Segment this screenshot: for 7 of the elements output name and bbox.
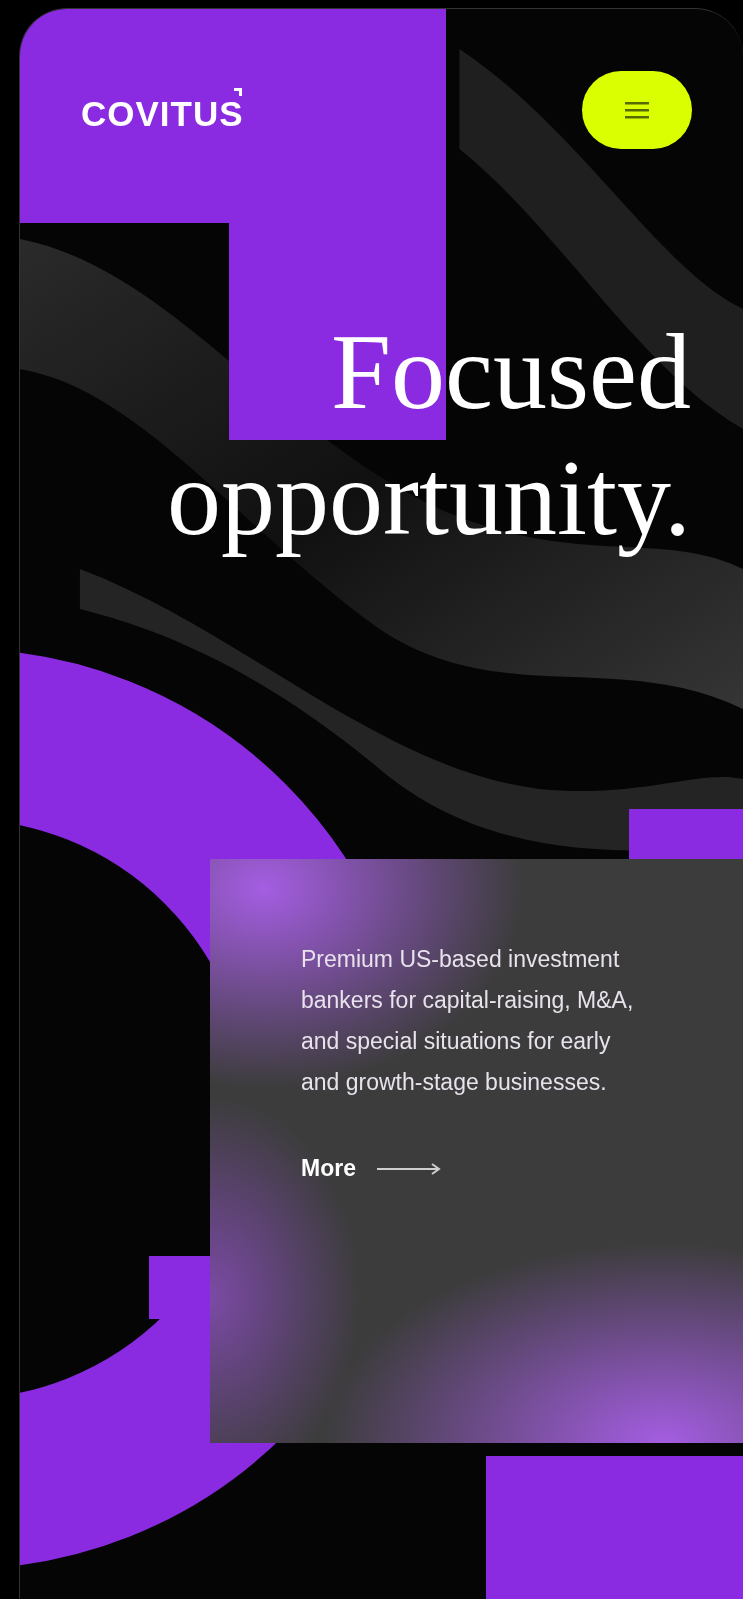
headline: opportunity.: [167, 437, 691, 559]
accent-block: [149, 1256, 213, 1319]
logo-mark-icon: [233, 88, 242, 96]
description: Premium US-based investment bankers for capital-raising, M&A, and special situations for early and growth-stage businesses.: [301, 945, 635, 1097]
logo[interactable]: COVITUS: [81, 86, 244, 134]
arrow-right-icon: [375, 1161, 442, 1176]
more-link[interactable]: More: [301, 1155, 442, 1182]
